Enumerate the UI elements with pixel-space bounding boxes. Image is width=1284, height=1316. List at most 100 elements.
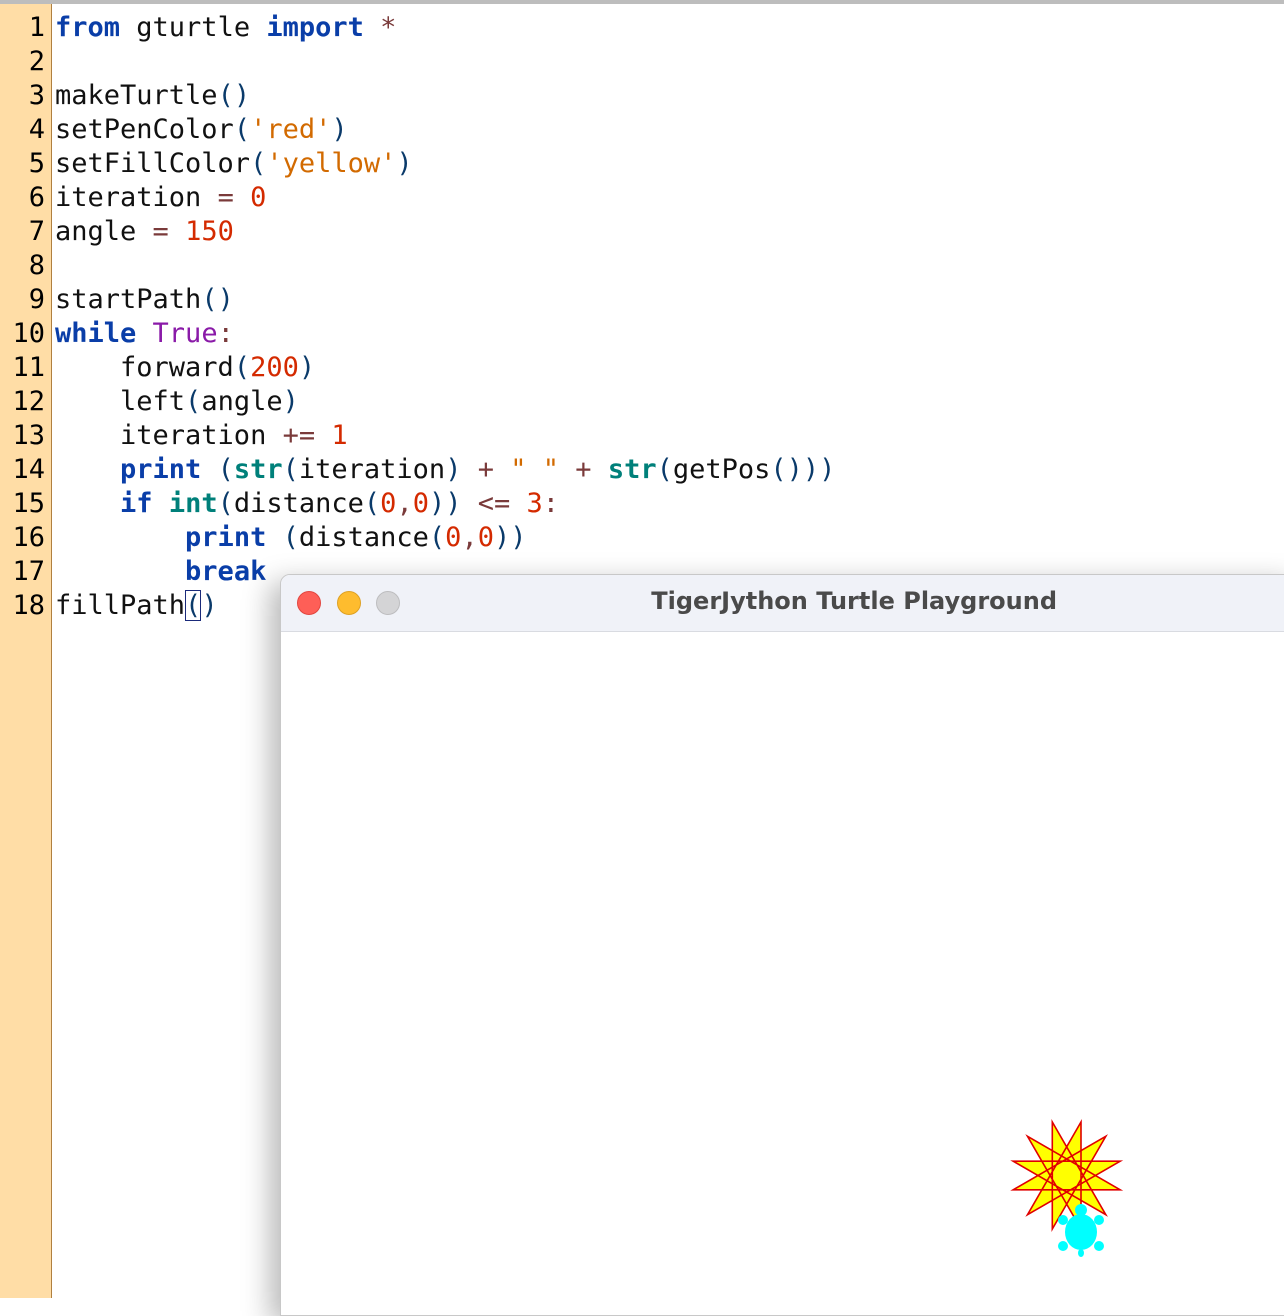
code-line[interactable]: makeTurtle() <box>55 79 250 113</box>
code-token: 0 <box>477 522 494 553</box>
line-number: 11 <box>12 352 45 383</box>
code-line[interactable]: from gturtle import * <box>55 11 396 45</box>
code-token: print <box>120 454 202 485</box>
code-token: = <box>152 216 169 247</box>
turtle-body-part <box>1078 1249 1084 1257</box>
code-token: makeTurtle <box>55 80 218 111</box>
code-token: : <box>542 488 560 519</box>
code-line[interactable]: setFillColor('yellow') <box>55 147 413 181</box>
code-token: ) <box>201 590 218 621</box>
line-number: 4 <box>28 114 45 145</box>
line-number: 18 <box>12 590 45 621</box>
line-number: 15 <box>12 488 45 519</box>
code-token: ( <box>282 522 299 553</box>
code-line[interactable]: print (distance(0,0)) <box>55 521 526 555</box>
code-token: ( <box>233 352 251 383</box>
line-number: 3 <box>28 80 45 111</box>
code-token: True <box>152 318 218 349</box>
code-token: distance <box>298 522 429 553</box>
code-token: startPath <box>55 284 202 315</box>
code-line[interactable]: fillPath() <box>55 589 218 623</box>
code-token: 'yellow' <box>266 148 397 179</box>
code-line[interactable]: setPenColor('red') <box>55 113 348 147</box>
line-number: 5 <box>28 148 45 179</box>
window-titlebar[interactable]: TigerJython Turtle Playground <box>281 575 1284 632</box>
line-number: 12 <box>12 386 45 417</box>
code-token: break <box>185 556 267 587</box>
maximize-window-button[interactable] <box>376 591 400 615</box>
code-line[interactable]: iteration = 0 <box>55 181 266 215</box>
code-line[interactable]: print (str(iteration) + " " + str(getPos… <box>55 453 835 487</box>
code-token: ( <box>363 488 381 519</box>
code-line[interactable]: startPath() <box>55 283 234 317</box>
turtle-body-part <box>1075 1204 1087 1216</box>
code-token: 0 <box>445 522 462 553</box>
code-token: 0 <box>412 488 429 519</box>
code-token: setPenColor <box>55 114 234 145</box>
line-number: 8 <box>28 250 45 281</box>
canvas-background <box>281 632 1284 1315</box>
line-number: 17 <box>12 556 45 587</box>
code-token: * <box>363 12 397 43</box>
window-title: TigerJython Turtle Playground <box>651 587 1057 615</box>
code-token: 150 <box>185 216 234 247</box>
code-token: forward <box>55 352 234 383</box>
turtle-body-part <box>1094 1215 1104 1225</box>
turtle-canvas <box>281 632 1284 1315</box>
line-number: 10 <box>12 318 45 349</box>
code-token: angle <box>201 386 283 417</box>
code-token: import <box>266 12 364 43</box>
code-line[interactable]: angle = 150 <box>55 215 234 249</box>
turtle-body-part <box>1058 1241 1068 1251</box>
code-token: ) <box>396 148 413 179</box>
code-token: += <box>282 420 316 451</box>
code-line[interactable]: left(angle) <box>55 385 299 419</box>
line-number-gutter: 1 2 3 4 5 6 7 8 9 10 11 12 13 14 15 16 17 18 <box>0 4 52 1298</box>
code-token: + <box>559 454 608 485</box>
code-line[interactable]: break <box>55 555 266 589</box>
line-number: 6 <box>28 182 45 213</box>
code-token: 1 <box>331 420 348 451</box>
code-token: iteration <box>55 420 283 451</box>
code-line[interactable]: iteration += 1 <box>55 419 348 453</box>
turtle-body-part <box>1058 1215 1068 1225</box>
minimize-window-button[interactable] <box>337 591 361 615</box>
turtle-playground-window[interactable]: TigerJython Turtle Playground <box>280 574 1284 1316</box>
line-number: 1 <box>28 12 45 43</box>
code-line[interactable]: if int(distance(0,0)) <= 3: <box>55 487 559 521</box>
code-token: 0 <box>250 182 267 213</box>
code-line[interactable]: while True: <box>55 317 234 351</box>
line-number: 14 <box>12 454 45 485</box>
code-token: 0 <box>380 488 397 519</box>
code-token: + <box>461 454 511 485</box>
code-token: () <box>201 284 234 315</box>
code-token: , <box>396 488 413 519</box>
line-number: 2 <box>28 46 45 77</box>
code-token: = <box>217 182 234 213</box>
code-token: ( <box>217 488 234 519</box>
code-token: 200 <box>250 352 299 383</box>
code-token: " " <box>510 454 560 485</box>
code-token: )) <box>493 522 527 553</box>
code-token: ) <box>298 352 316 383</box>
line-number: 13 <box>12 420 45 451</box>
code-token: ) <box>445 454 462 485</box>
close-window-button[interactable] <box>297 591 321 615</box>
code-token: setFillColor <box>55 148 251 179</box>
code-token: )) <box>428 488 462 519</box>
code-token: ( <box>656 454 673 485</box>
line-number: 16 <box>12 522 45 553</box>
code-token: ( <box>250 148 267 179</box>
code-line[interactable]: forward(200) <box>55 351 315 385</box>
code-token: ( <box>233 114 251 145</box>
code-token: from <box>55 12 121 43</box>
code-token: distance <box>233 488 364 519</box>
